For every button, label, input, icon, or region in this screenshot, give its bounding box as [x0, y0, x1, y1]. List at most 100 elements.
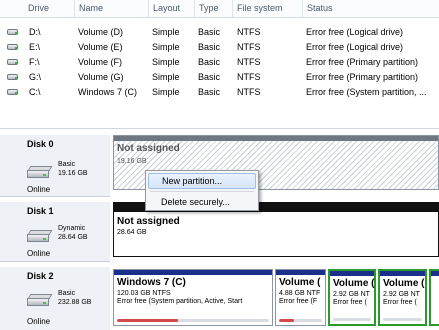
drive-icon [7, 58, 19, 66]
volume-name: Volume (E) [78, 42, 123, 52]
volume-type: Basic [198, 42, 221, 52]
partition-usage-bar [333, 318, 371, 321]
volume-type: Basic [198, 57, 221, 67]
partition-cap [431, 271, 439, 276]
disk-map-pane: Disk 0 Basic 19.16 GB Online Not assigne… [0, 128, 439, 330]
partition-title: Volume ( [333, 278, 375, 289]
partition-volume-f[interactable]: Volume ( 4.88 GB NTF Error free (F [275, 269, 326, 326]
volume-file-system: NTFS [237, 87, 261, 97]
volume-row[interactable]: D:\ Volume (D) Simple Basic NTFS Error f… [0, 25, 439, 40]
partition-size: 120.03 GB NTFS [117, 290, 171, 297]
volume-layout: Simple [152, 42, 180, 52]
partition-usage-bar [117, 319, 269, 322]
partition-size: 19.16 GB [117, 158, 147, 165]
drive-icon [7, 43, 19, 51]
partition-status: Error free (F [279, 298, 318, 305]
disk-size: 28.64 GB [58, 234, 88, 241]
partition-size: 4.88 GB NTF [279, 290, 321, 297]
volume-status: Error free (Logical drive) [306, 42, 404, 52]
drive-letter: E:\ [29, 42, 41, 52]
volume-list: Drive Name Layout Type File system Statu… [0, 0, 439, 117]
disk-row: Disk 1 Dynamic 28.64 GB Online Not assig… [0, 202, 439, 262]
menu-item-new-partition[interactable]: New partition... [148, 173, 256, 189]
column-header-type[interactable]: Type [194, 0, 232, 17]
partition-cap [114, 136, 438, 141]
hard-disk-icon [27, 230, 53, 242]
partition-status: Error free (System partition, Active, St… [117, 298, 243, 305]
drive-icon [7, 28, 19, 36]
column-header-layout[interactable]: Layout [148, 0, 194, 17]
disk-name: Disk 1 [27, 206, 54, 216]
drive-icon [7, 88, 19, 96]
partition-windows-7-c[interactable]: Windows 7 (C) 120.03 GB NTFS Error free … [113, 269, 273, 326]
disk-size: 19.16 GB [58, 170, 88, 177]
volume-name: Volume (F) [78, 57, 123, 67]
volume-name: Windows 7 (C) [78, 87, 138, 97]
disk-label[interactable]: Disk 0 Basic 19.16 GB Online [0, 135, 110, 197]
volume-layout: Simple [152, 57, 180, 67]
disk-label[interactable]: Disk 1 Dynamic 28.64 GB Online [0, 202, 110, 262]
context-menu: New partition... Delete securely... [145, 170, 259, 211]
column-header-file-system[interactable]: File system [232, 0, 302, 17]
volume-type: Basic [198, 72, 221, 82]
partition-volume-selected[interactable]: Volume ( 2.92 GB NT Error free ( [378, 269, 427, 326]
disk-name: Disk 0 [27, 139, 54, 149]
volume-row[interactable]: C:\ Windows 7 (C) Simple Basic NTFS Erro… [0, 85, 439, 100]
partition-cap [380, 271, 425, 276]
partition-volume-selected[interactable]: Volume ( 2.92 GB NT Error free ( [328, 269, 376, 326]
volume-row[interactable]: F:\ Volume (F) Simple Basic NTFS Error f… [0, 55, 439, 70]
partition-title: Not assigned [117, 216, 180, 227]
disk-name: Disk 2 [27, 271, 54, 281]
menu-separator [150, 191, 254, 192]
volume-file-system: NTFS [237, 42, 261, 52]
partition-title: Volume ( [383, 278, 425, 289]
hard-disk-icon [27, 294, 53, 306]
partition-status: Error free ( [383, 299, 417, 306]
partition-usage-bar [279, 319, 322, 322]
volume-list-header: Drive Name Layout Type File system Statu… [0, 0, 439, 18]
drive-letter: D:\ [29, 27, 41, 37]
column-header-drive[interactable]: Drive [24, 0, 74, 17]
volume-row[interactable]: E:\ Volume (E) Simple Basic NTFS Error f… [0, 40, 439, 55]
partition-cap [114, 270, 272, 275]
disk-status: Online [27, 317, 51, 326]
drive-letter: F:\ [29, 57, 40, 67]
volume-layout: Simple [152, 87, 180, 97]
partition-title: Windows 7 (C) [117, 277, 186, 288]
volume-row[interactable]: G:\ Volume (G) Simple Basic NTFS Error f… [0, 70, 439, 85]
column-header-name[interactable]: Name [74, 0, 148, 17]
volume-status: Error free (Logical drive) [306, 27, 404, 37]
volume-file-system: NTFS [237, 72, 261, 82]
partition-status: Error free ( [333, 299, 367, 306]
partition-cap [330, 271, 374, 276]
partition-usage-bar [383, 318, 422, 321]
disk-kind: Dynamic [58, 225, 86, 232]
column-header-status[interactable]: Status [302, 0, 439, 17]
menu-item-delete-securely[interactable]: Delete securely... [148, 194, 256, 210]
partition-title: Volume ( [279, 277, 321, 288]
drive-letter: C:\ [29, 87, 41, 97]
volume-name: Volume (G) [78, 72, 124, 82]
volume-file-system: NTFS [237, 57, 261, 67]
volume-layout: Simple [152, 27, 180, 37]
volume-status: Error free (Primary partition) [306, 72, 419, 82]
partition-title: Not assigned [117, 143, 180, 154]
volume-status: Error free (System partition, ... [306, 87, 427, 97]
partition-truncated[interactable] [429, 269, 439, 326]
volume-type: Basic [198, 87, 221, 97]
disk-label[interactable]: Disk 2 Basic 232.88 GB Online [0, 267, 110, 330]
volume-file-system: NTFS [237, 27, 261, 37]
volume-name: Volume (D) [78, 27, 124, 37]
partition-size: 2.92 GB NT [333, 291, 370, 298]
disk-row: Disk 2 Basic 232.88 GB Online Windows 7 … [0, 267, 439, 330]
partition-size: 2.92 GB NT [383, 291, 420, 298]
volume-type: Basic [198, 27, 221, 37]
disk-status: Online [27, 249, 51, 258]
volume-status: Error free (Primary partition) [306, 57, 419, 67]
hard-disk-icon [27, 166, 53, 178]
partition-cap [276, 270, 325, 275]
drive-icon [7, 73, 19, 81]
partition-size: 28.64 GB [117, 229, 147, 236]
disk-size: 232.88 GB [58, 299, 92, 306]
volume-layout: Simple [152, 72, 180, 82]
